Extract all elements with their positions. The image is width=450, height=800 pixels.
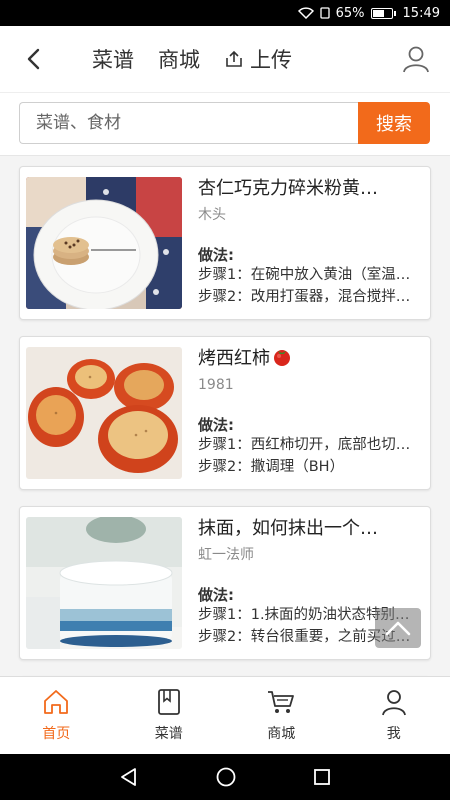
back-button[interactable] (18, 42, 48, 76)
recipe-image-cake (26, 517, 182, 649)
battery-percent: 65% (335, 5, 365, 21)
recipe-card[interactable]: 抹面，如何抹出一个… 虹一法师 做法: 步骤1：1.抹面的奶油状态特别… 步骤2… (19, 506, 431, 660)
chevron-up-icon (385, 621, 411, 636)
recipe-title: 烤西红柿 (198, 347, 424, 371)
recipe-method-label: 做法: (198, 246, 234, 264)
recipe-image-cookies (26, 177, 182, 309)
recipe-step-2: 步骤2：撒调理（BH） (198, 459, 345, 475)
chevron-left-icon (27, 48, 40, 70)
bottom-nav-home[interactable]: 首页 (0, 677, 113, 754)
recipe-card[interactable]: 烤西红柿 1981 做法: 步骤1：西红柿切开，底部也切… 步骤2：撒调理（BH… (19, 336, 431, 490)
recipe-author: 木头 (198, 207, 226, 223)
home-icon (44, 690, 69, 714)
tab-shop[interactable]: 商城 (158, 44, 200, 74)
recipe-step-1: 步骤1：在碗中放入黄油（室温… (198, 267, 411, 283)
back-triangle-icon[interactable] (118, 766, 140, 788)
tomato-emoji-icon (274, 350, 290, 366)
home-circle-icon[interactable] (215, 766, 237, 788)
recipe-title: 杏仁巧克力碎米粉黄… (198, 178, 378, 199)
recipe-step-1: 步骤1：西红柿切开，底部也切… (198, 437, 411, 453)
search-bar: 搜索 (0, 92, 450, 156)
recipe-author: 1981 (198, 377, 234, 393)
bottom-nav: 首页 菜谱 商城 我 (0, 676, 450, 754)
sim-icon (319, 7, 330, 19)
user-icon (381, 690, 406, 716)
tab-recipes[interactable]: 菜谱 (92, 44, 134, 74)
recents-square-icon[interactable] (312, 767, 332, 787)
bottom-nav-shop[interactable]: 商城 (225, 677, 338, 754)
bottom-nav-me[interactable]: 我 (338, 677, 450, 754)
recipe-title: 抹面，如何抹出一个… (198, 518, 378, 539)
cart-icon (268, 691, 295, 713)
upload-icon (226, 50, 242, 67)
search-button[interactable]: 搜索 (358, 102, 430, 144)
recipe-method-label: 做法: (198, 586, 234, 604)
tab-upload[interactable]: 上传 (224, 44, 292, 74)
system-nav-bar (0, 754, 450, 800)
clock: 15:49 (402, 5, 440, 21)
search-input[interactable] (19, 102, 359, 144)
recipe-feed[interactable]: 杏仁巧克力碎米粉黄… 木头 做法: 步骤1：在碗中放入黄油（室温… 步骤2：改用… (0, 156, 450, 676)
top-bar: 菜谱 商城 上传 (0, 26, 450, 92)
recipe-method-label: 做法: (198, 416, 234, 434)
header-tabs: 菜谱 商城 上传 (92, 26, 292, 92)
scroll-to-top-button[interactable] (375, 608, 421, 648)
battery-icon (370, 7, 396, 19)
book-icon (157, 689, 180, 715)
user-icon (403, 46, 429, 73)
recipe-step-2: 步骤2：改用打蛋器，混合搅拌… (198, 289, 411, 305)
recipe-image-tomatoes (26, 347, 182, 479)
wifi-icon (297, 7, 314, 19)
status-bar: 65% 15:49 (0, 0, 450, 26)
recipe-author: 虹一法师 (198, 547, 254, 563)
bottom-nav-recipes[interactable]: 菜谱 (113, 677, 226, 754)
profile-button[interactable] (400, 43, 432, 75)
recipe-card[interactable]: 杏仁巧克力碎米粉黄… 木头 做法: 步骤1：在碗中放入黄油（室温… 步骤2：改用… (19, 166, 431, 320)
